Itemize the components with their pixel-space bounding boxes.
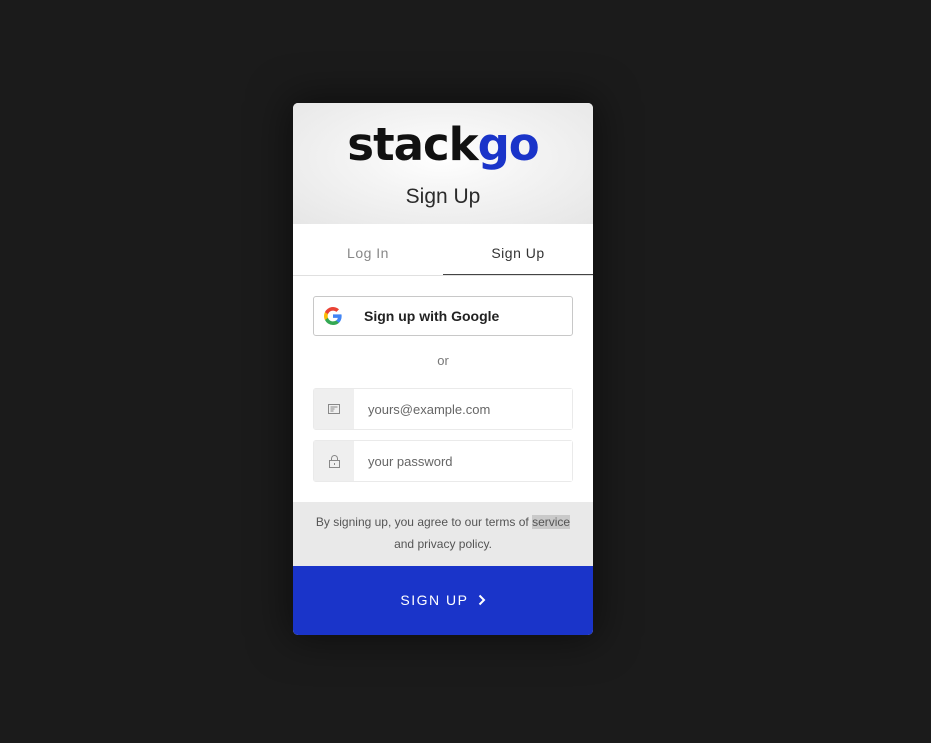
sign-up-submit-button[interactable]: SIGN UP bbox=[293, 566, 593, 635]
page-title: Sign Up bbox=[405, 185, 481, 208]
signup-card: stackgo Sign Up Log In Sign Up Sign up w… bbox=[293, 103, 593, 635]
auth-tabs: Log In Sign Up bbox=[293, 224, 593, 276]
terms-notice: By signing up, you agree to our terms of… bbox=[293, 502, 593, 566]
email-input[interactable] bbox=[354, 389, 572, 429]
password-input[interactable] bbox=[354, 441, 572, 481]
email-addon bbox=[314, 389, 354, 429]
privacy-policy-link[interactable]: privacy policy bbox=[417, 537, 488, 551]
terms-of-service-link[interactable]: terms of service bbox=[485, 515, 571, 529]
or-divider: or bbox=[437, 353, 449, 368]
sign-up-submit-label: SIGN UP bbox=[400, 592, 469, 608]
google-signup-label: Sign up with Google bbox=[364, 308, 500, 324]
tab-log-in[interactable]: Log In bbox=[293, 224, 443, 275]
card-header: stackgo Sign Up bbox=[293, 103, 593, 224]
form-body: Sign up with Google or bbox=[293, 276, 593, 502]
password-addon bbox=[314, 441, 354, 481]
google-icon bbox=[324, 307, 342, 325]
password-field bbox=[313, 440, 573, 482]
stackgo-logo: stackgo bbox=[347, 118, 539, 171]
google-signup-button[interactable]: Sign up with Google bbox=[313, 296, 573, 336]
tab-sign-up[interactable]: Sign Up bbox=[443, 224, 593, 275]
envelope-icon bbox=[328, 404, 340, 414]
chevron-right-icon bbox=[478, 594, 486, 606]
email-field bbox=[313, 388, 573, 430]
lock-icon bbox=[328, 454, 340, 468]
